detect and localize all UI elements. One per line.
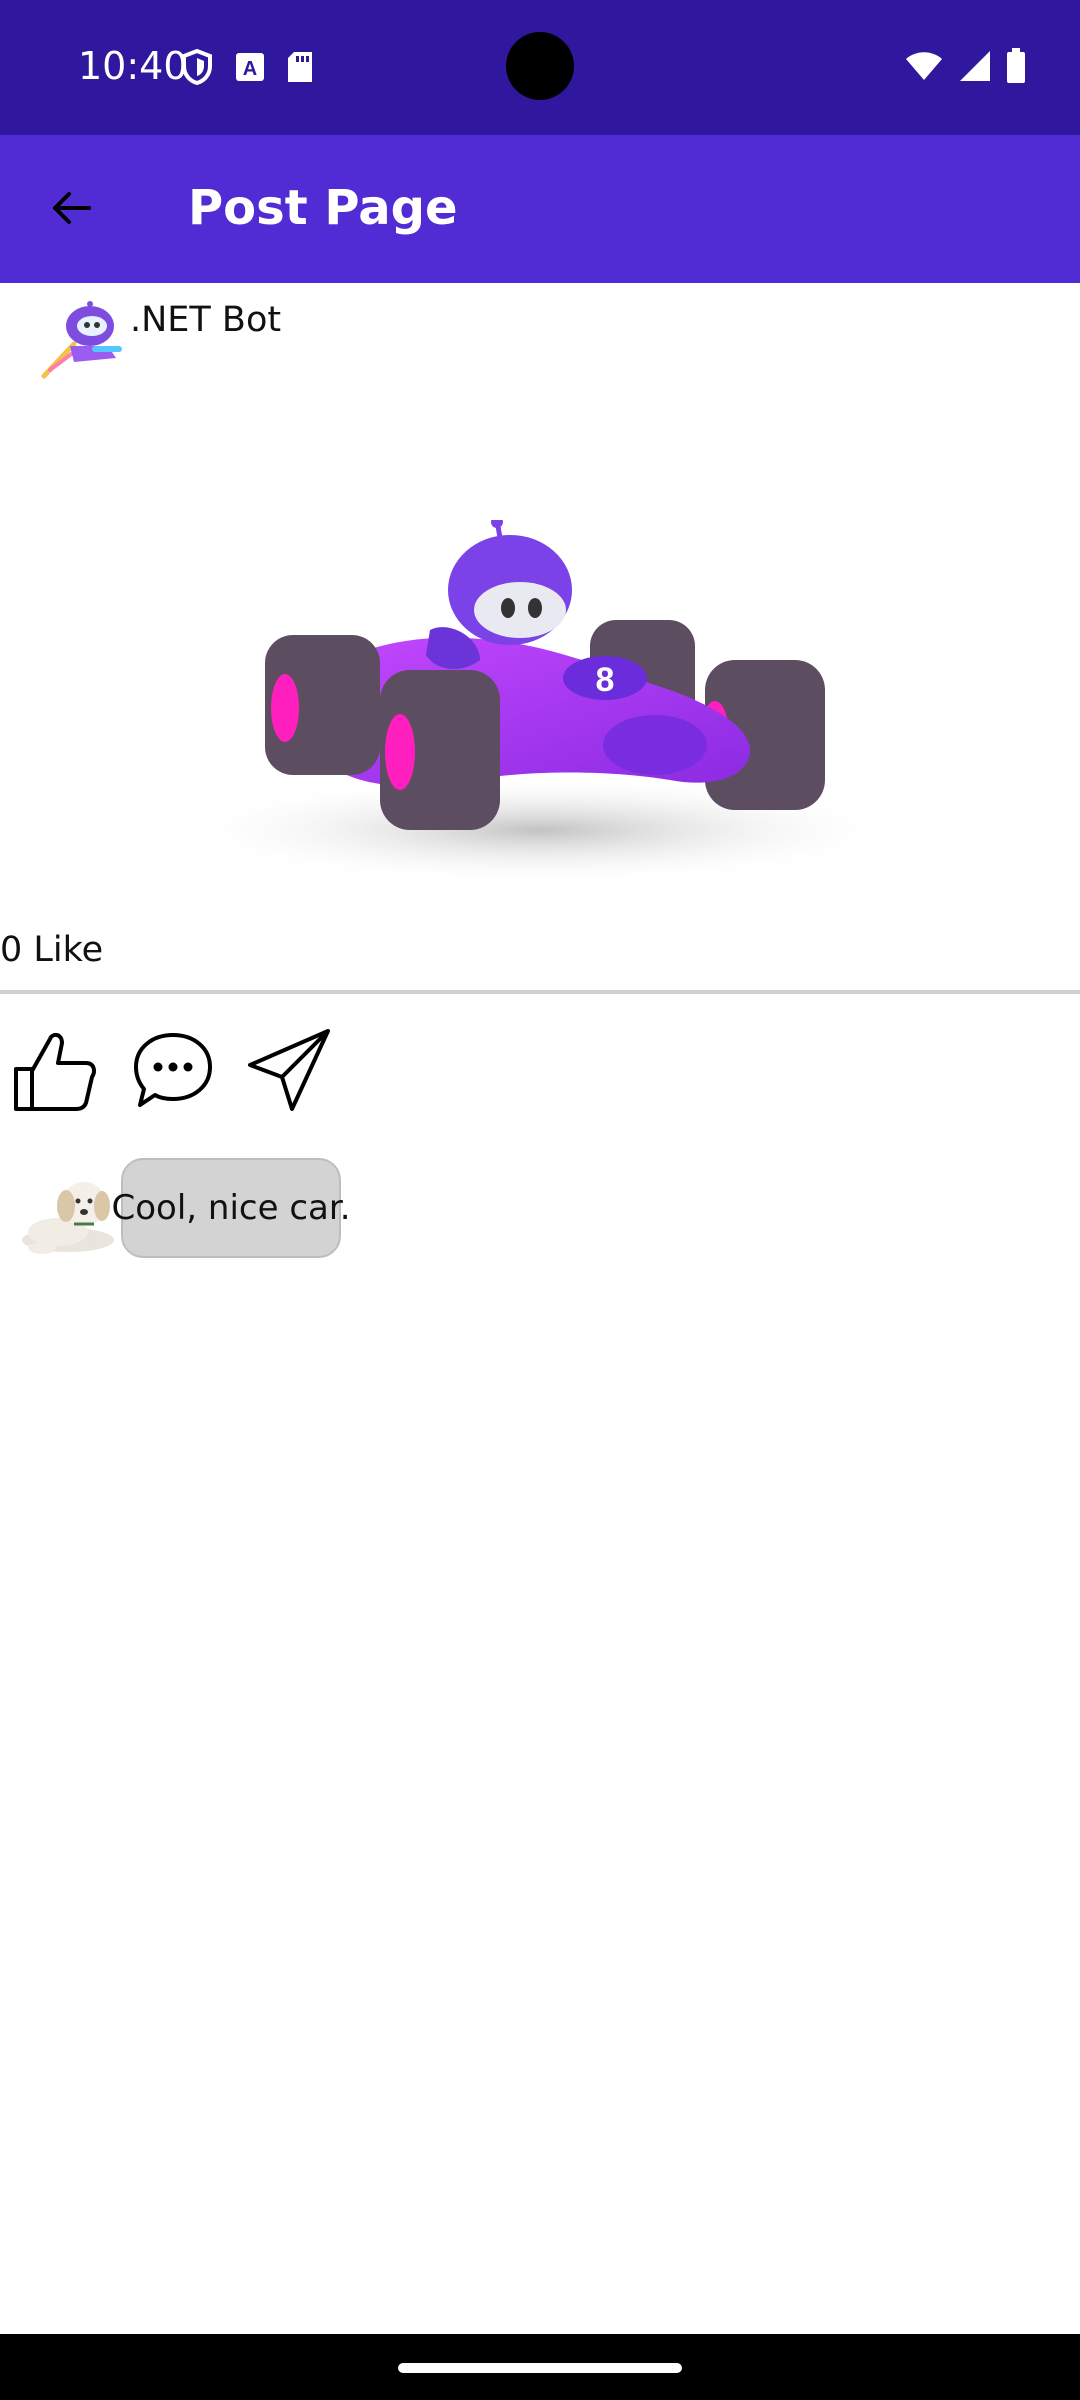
cell-signal-icon xyxy=(960,51,990,81)
like-count: 0 Like xyxy=(0,930,104,970)
shield-icon xyxy=(182,48,212,86)
send-icon xyxy=(248,1029,330,1111)
status-icons-left: A xyxy=(180,48,314,86)
author-name: .NET Bot xyxy=(130,300,282,340)
share-button[interactable] xyxy=(244,1025,334,1115)
puppy-avatar-icon xyxy=(22,1182,114,1254)
comment-avatar[interactable] xyxy=(18,1168,118,1258)
status-time: 10:40 xyxy=(78,44,188,88)
svg-text:A: A xyxy=(243,58,257,80)
thumbs-up-icon xyxy=(14,1032,96,1111)
app-bar xyxy=(0,135,1080,283)
comment-text: Cool, nice car. xyxy=(111,1188,351,1228)
comment-button[interactable] xyxy=(128,1025,218,1115)
status-icons-right xyxy=(904,48,1026,84)
author-avatar[interactable] xyxy=(34,296,126,382)
divider xyxy=(0,990,1080,994)
dotnet-bot-avatar-icon xyxy=(41,301,122,379)
race-car-bot-image: 8 xyxy=(170,516,910,885)
wifi-icon xyxy=(906,52,942,80)
camera-cutout xyxy=(506,32,574,100)
font-a-icon: A xyxy=(236,53,264,81)
home-indicator[interactable] xyxy=(398,2363,682,2373)
back-button[interactable] xyxy=(38,168,104,248)
like-button[interactable] xyxy=(10,1025,100,1115)
page-title: Post Page xyxy=(188,180,458,236)
battery-icon xyxy=(1007,48,1025,83)
status-bar: 10:40 A xyxy=(0,0,1080,135)
comment-bubble: Cool, nice car. xyxy=(112,1158,351,1258)
post-image: 8 xyxy=(150,516,930,890)
chat-bubble-icon xyxy=(134,1033,212,1107)
svg-text:8: 8 xyxy=(596,661,615,699)
arrow-left-icon xyxy=(53,192,91,224)
sd-card-icon xyxy=(288,52,312,82)
